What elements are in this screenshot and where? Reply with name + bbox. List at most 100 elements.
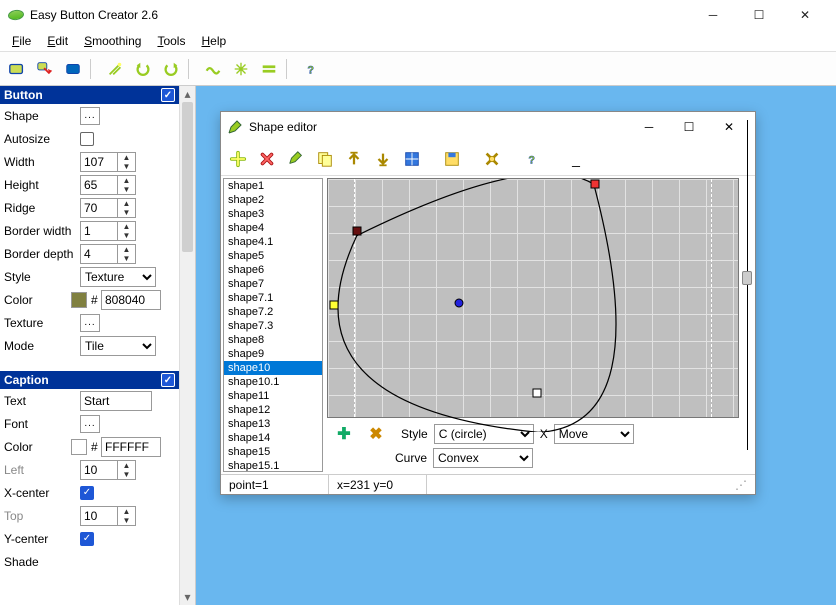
shape-list-item[interactable]: shape4.1 [224, 235, 322, 249]
borderwidth-spinner[interactable]: ▲▼ [117, 222, 135, 240]
panel-toggle-icon[interactable]: ✓ [161, 373, 175, 387]
shape-list-item[interactable]: shape6 [224, 263, 322, 277]
sparkle-icon[interactable] [228, 56, 254, 82]
shape-list-item[interactable]: shape7.1 [224, 291, 322, 305]
font-picker-button[interactable]: ... [80, 415, 100, 433]
wand-icon[interactable] [102, 56, 128, 82]
menu-file[interactable]: File [4, 32, 39, 50]
shape-list-item[interactable]: shape4 [224, 221, 322, 235]
measure-icon[interactable] [399, 146, 425, 172]
point-anchor-1[interactable] [352, 227, 361, 236]
shape-editor-titlebar[interactable]: Shape editor ─ ☐ ✕ [221, 112, 755, 142]
caption-color-swatch[interactable] [71, 439, 87, 455]
se-maximize-button[interactable]: ☐ [669, 113, 709, 141]
undo-icon[interactable] [130, 56, 156, 82]
shape-list-item[interactable]: shape7.3 [224, 319, 322, 333]
shape-list-item[interactable]: shape5 [224, 249, 322, 263]
shape-canvas[interactable] [327, 178, 739, 418]
shape-picker-button[interactable]: ... [80, 107, 100, 125]
point-anchor-2[interactable] [330, 301, 339, 310]
shape-list-item[interactable]: shape7 [224, 277, 322, 291]
borderdepth-spinner[interactable]: ▲▼ [117, 245, 135, 263]
canvas-scroll-thumb[interactable] [742, 271, 752, 285]
panel-scrollbar[interactable]: ▴ ▾ [179, 86, 195, 605]
xcenter-checkbox[interactable]: ✓ [80, 486, 94, 500]
shape-list-item[interactable]: shape15.1 [224, 459, 322, 472]
point-center[interactable] [455, 298, 464, 307]
shape-list-item[interactable]: shape2 [224, 193, 322, 207]
menu-help[interactable]: Help [193, 32, 234, 50]
shape-list-item[interactable]: shape13 [224, 417, 322, 431]
shape-list-item[interactable]: shape12 [224, 403, 322, 417]
shape-list-item[interactable]: shape1 [224, 179, 322, 193]
color-swatch[interactable] [71, 292, 87, 308]
style-select[interactable]: Texture [80, 267, 156, 287]
up-arrow-icon[interactable] [341, 146, 367, 172]
texture-picker-button[interactable]: ... [80, 314, 100, 332]
maximize-button[interactable]: ☐ [736, 0, 782, 30]
se-minimize-button[interactable]: ─ [629, 113, 669, 141]
point-anchor-3[interactable] [590, 179, 599, 188]
autosize-checkbox[interactable] [80, 132, 94, 146]
menu-edit[interactable]: Edit [39, 32, 76, 50]
close-button[interactable]: ✕ [782, 0, 828, 30]
width-input[interactable] [81, 153, 117, 171]
point-handle[interactable] [533, 389, 542, 398]
curve-type-select[interactable]: Convex [433, 448, 533, 468]
shape-list-item[interactable]: shape10.1 [224, 375, 322, 389]
shape-list-item[interactable]: shape15 [224, 445, 322, 459]
shape-list-item[interactable]: shape3 [224, 207, 322, 221]
ycenter-checkbox[interactable]: ✓ [80, 532, 94, 546]
shape-list-item[interactable]: shape7.2 [224, 305, 322, 319]
scroll-down-icon[interactable]: ▾ [180, 589, 195, 605]
edit-icon[interactable] [283, 146, 309, 172]
panel-header-button[interactable]: Button ✓ [0, 86, 179, 104]
panel-header-caption[interactable]: Caption ✓ [0, 371, 179, 389]
delete-icon[interactable] [254, 146, 280, 172]
height-input[interactable] [81, 176, 117, 194]
height-spinner[interactable]: ▲▼ [117, 176, 135, 194]
menu-tools[interactable]: Tools [149, 32, 193, 50]
scroll-thumb[interactable] [182, 102, 193, 252]
shape-list[interactable]: shape1shape2shape3shape4shape4.1shape5sh… [223, 178, 323, 472]
ridge-input[interactable] [81, 199, 117, 217]
copy-icon[interactable] [312, 146, 338, 172]
width-spinner[interactable]: ▲▼ [117, 153, 135, 171]
scroll-up-icon[interactable]: ▴ [180, 86, 195, 102]
add-icon[interactable] [225, 146, 251, 172]
mode-select[interactable]: Tile [80, 336, 156, 356]
save-icon[interactable] [439, 146, 465, 172]
preview-icon[interactable] [60, 56, 86, 82]
new-button-icon[interactable] [4, 56, 30, 82]
panel-title: Caption [4, 373, 49, 387]
help-icon[interactable]: ? [298, 56, 324, 82]
borderdepth-input[interactable] [81, 245, 117, 263]
equals-icon[interactable] [256, 56, 282, 82]
menu-smoothing[interactable]: Smoothing [76, 32, 149, 50]
canvas-scrollbar[interactable] [742, 176, 752, 456]
se-help-icon[interactable]: ? [519, 146, 545, 172]
shape-list-item[interactable]: shape14 [224, 431, 322, 445]
caption-color-hex-input[interactable] [101, 437, 161, 457]
left-spinner[interactable]: ▲▼ [117, 461, 135, 479]
redo-icon[interactable] [158, 56, 184, 82]
top-input[interactable] [81, 507, 117, 525]
ridge-spinner[interactable]: ▲▼ [117, 199, 135, 217]
color-hex-input[interactable] [101, 290, 161, 310]
shape-list-item[interactable]: shape9 [224, 347, 322, 361]
borderwidth-input[interactable] [81, 222, 117, 240]
down-arrow-icon[interactable] [370, 146, 396, 172]
left-input[interactable] [81, 461, 117, 479]
panel-toggle-icon[interactable]: ✓ [161, 88, 175, 102]
shape-list-item[interactable]: shape11 [224, 389, 322, 403]
shape-list-item[interactable]: shape10 [224, 361, 322, 375]
se-min-icon[interactable]: _ [563, 146, 589, 172]
top-spinner[interactable]: ▲▼ [117, 507, 135, 525]
wave-icon[interactable] [200, 56, 226, 82]
shape-list-item[interactable]: shape8 [224, 333, 322, 347]
caption-text-input[interactable] [80, 391, 152, 411]
shape-editor-toolbar: ? _ [221, 142, 755, 176]
minimize-button[interactable]: ─ [690, 0, 736, 30]
apply-icon[interactable] [32, 56, 58, 82]
tools-icon[interactable] [479, 146, 505, 172]
